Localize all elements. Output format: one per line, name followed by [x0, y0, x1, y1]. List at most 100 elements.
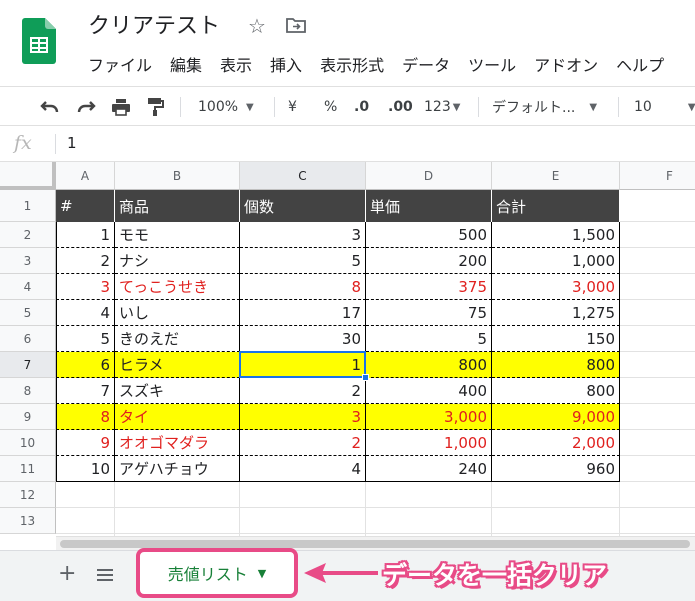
table-cell[interactable]: ヒラメ: [115, 352, 240, 378]
header-cell[interactable]: 個数: [240, 190, 366, 222]
table-cell[interactable]: 800: [492, 352, 620, 378]
table-cell[interactable]: 1,000: [492, 248, 620, 274]
header-cell[interactable]: 商品: [115, 190, 240, 222]
table-cell[interactable]: 5: [240, 248, 366, 274]
document-title[interactable]: クリアテスト: [88, 8, 220, 40]
column-header-a[interactable]: A: [56, 162, 115, 190]
table-cell[interactable]: 4: [240, 456, 366, 482]
row-header-13[interactable]: 13: [0, 508, 56, 534]
table-cell[interactable]: 30: [240, 326, 366, 352]
menu-file[interactable]: ファイル: [88, 52, 152, 76]
row-header-4[interactable]: 4: [0, 274, 56, 300]
column-header-f[interactable]: F: [620, 162, 695, 190]
undo-icon[interactable]: [40, 87, 60, 127]
table-cell[interactable]: 1,000: [366, 430, 492, 456]
table-cell[interactable]: 3,000: [366, 404, 492, 430]
table-cell[interactable]: 1,500: [492, 222, 620, 248]
header-cell[interactable]: 合計: [492, 190, 620, 222]
table-cell[interactable]: 5: [366, 326, 492, 352]
currency-button[interactable]: ¥: [288, 87, 297, 127]
table-cell[interactable]: 375: [366, 274, 492, 300]
spreadsheet-grid[interactable]: A B C D E F 1 2 3 4 5 6 7 8 9 10 11 12 13 # 商品 個数 単価 合計 1 モモ 3 500 1…: [0, 162, 695, 536]
column-header-c[interactable]: C: [240, 162, 366, 190]
table-cell[interactable]: 500: [366, 222, 492, 248]
menu-format[interactable]: 表示形式: [320, 52, 384, 76]
table-cell[interactable]: 10: [56, 456, 115, 482]
table-cell[interactable]: スズキ: [115, 378, 240, 404]
select-all-corner[interactable]: [0, 162, 56, 190]
menu-help[interactable]: ヘルプ: [616, 52, 664, 76]
table-cell[interactable]: 800: [492, 378, 620, 404]
row-header-2[interactable]: 2: [0, 222, 56, 248]
table-cell[interactable]: 400: [366, 378, 492, 404]
table-cell[interactable]: 2,000: [492, 430, 620, 456]
menu-insert[interactable]: 挿入: [270, 52, 302, 76]
menu-view[interactable]: 表示: [220, 52, 252, 76]
menu-tools[interactable]: ツール: [468, 52, 516, 76]
table-cell[interactable]: 800: [366, 352, 492, 378]
font-select[interactable]: デフォルト... ▼: [492, 87, 597, 127]
table-cell[interactable]: タイ: [115, 404, 240, 430]
table-cell[interactable]: 2: [240, 378, 366, 404]
menu-edit[interactable]: 編集: [170, 52, 202, 76]
number-format-select[interactable]: 123 ▼: [424, 87, 460, 127]
table-cell[interactable]: 200: [366, 248, 492, 274]
table-cell[interactable]: 3,000: [492, 274, 620, 300]
all-sheets-menu-icon[interactable]: [97, 568, 113, 582]
table-cell[interactable]: モモ: [115, 222, 240, 248]
row-header-6[interactable]: 6: [0, 326, 56, 352]
sheets-logo-icon[interactable]: [22, 18, 56, 64]
move-folder-icon[interactable]: [286, 17, 306, 33]
row-header-12[interactable]: 12: [0, 482, 56, 508]
star-icon[interactable]: ☆: [248, 14, 266, 38]
sheet-tab-active[interactable]: 売値リスト ▼: [136, 548, 298, 598]
row-header-8[interactable]: 8: [0, 378, 56, 404]
table-cell[interactable]: 9,000: [492, 404, 620, 430]
fill-handle[interactable]: [362, 374, 369, 381]
table-cell[interactable]: 4: [56, 300, 115, 326]
table-cell[interactable]: 960: [492, 456, 620, 482]
table-cell[interactable]: アゲハチョウ: [115, 456, 240, 482]
header-cell[interactable]: #: [56, 190, 115, 222]
table-cell[interactable]: 6: [56, 352, 115, 378]
column-header-d[interactable]: D: [366, 162, 492, 190]
paint-format-icon[interactable]: [146, 87, 164, 127]
zoom-select[interactable]: 100% ▼: [198, 87, 254, 127]
table-cell[interactable]: 5: [56, 326, 115, 352]
scrollbar-thumb[interactable]: [60, 540, 690, 548]
table-cell[interactable]: 240: [366, 456, 492, 482]
row-header-3[interactable]: 3: [0, 248, 56, 274]
table-cell[interactable]: 8: [56, 404, 115, 430]
row-header-5[interactable]: 5: [0, 300, 56, 326]
formula-input[interactable]: 1: [67, 134, 77, 152]
table-cell[interactable]: 3: [240, 404, 366, 430]
font-size-select[interactable]: 10 ▼: [634, 87, 695, 127]
table-cell[interactable]: 9: [56, 430, 115, 456]
table-cell[interactable]: 7: [56, 378, 115, 404]
row-header-10[interactable]: 10: [0, 430, 56, 456]
row-header-11[interactable]: 11: [0, 456, 56, 482]
table-cell[interactable]: 17: [240, 300, 366, 326]
row-header-7[interactable]: 7: [0, 352, 56, 378]
table-cell[interactable]: てっこうせき: [115, 274, 240, 300]
row-header-9[interactable]: 9: [0, 404, 56, 430]
row-header-1[interactable]: 1: [0, 190, 56, 222]
table-cell[interactable]: 8: [240, 274, 366, 300]
redo-icon[interactable]: [76, 87, 96, 127]
table-cell[interactable]: 1: [56, 222, 115, 248]
menu-data[interactable]: データ: [402, 52, 450, 76]
add-sheet-icon[interactable]: +: [58, 561, 76, 586]
percent-button[interactable]: %: [324, 87, 337, 127]
print-icon[interactable]: [111, 87, 131, 127]
table-cell[interactable]: 2: [240, 430, 366, 456]
table-cell[interactable]: いし: [115, 300, 240, 326]
table-cell[interactable]: 3: [56, 274, 115, 300]
table-cell[interactable]: オオゴマダラ: [115, 430, 240, 456]
table-cell[interactable]: ナシ: [115, 248, 240, 274]
increase-decimal-button[interactable]: .00: [388, 87, 413, 127]
table-cell[interactable]: 75: [366, 300, 492, 326]
table-cell[interactable]: きのえだ: [115, 326, 240, 352]
header-cell[interactable]: 単価: [366, 190, 492, 222]
column-header-e[interactable]: E: [492, 162, 620, 190]
table-cell[interactable]: 1,275: [492, 300, 620, 326]
